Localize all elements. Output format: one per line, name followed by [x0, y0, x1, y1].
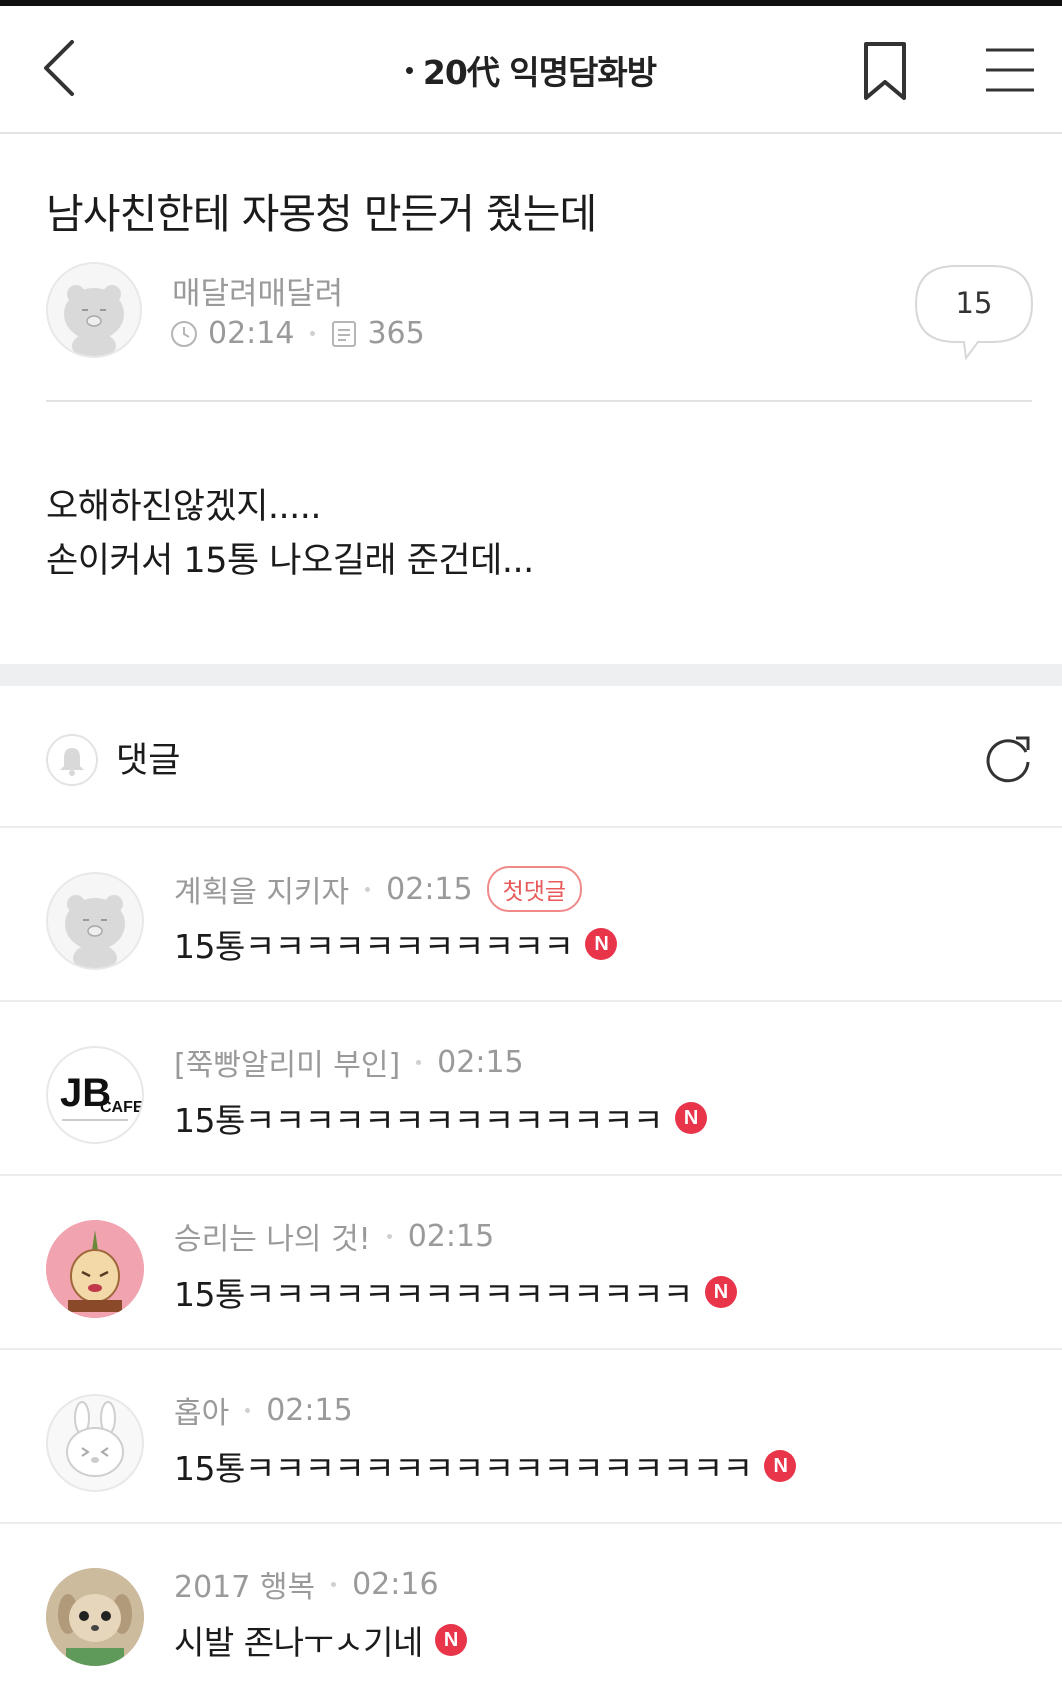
- commenter-avatar[interactable]: [46, 872, 144, 970]
- author-avatar[interactable]: [46, 262, 142, 358]
- post-time: 02:14: [208, 316, 295, 351]
- commenter-avatar[interactable]: [46, 1394, 144, 1492]
- comment-text: 15통ㅋㅋㅋㅋㅋㅋㅋㅋㅋㅋㅋ N: [174, 920, 618, 968]
- bear-avatar-icon: [48, 264, 140, 356]
- comment-body: 시발 존나ㅜㅅ기네: [174, 1623, 423, 1662]
- notification-bell-button[interactable]: [46, 734, 98, 786]
- app-header: 20代 익명담화방: [0, 6, 1062, 134]
- meta-separator: [245, 1407, 251, 1413]
- commenter-name[interactable]: 홉아: [174, 1388, 229, 1432]
- menu-button[interactable]: [982, 42, 1038, 98]
- comment-item: 홉아 02:15 15통ㅋㅋㅋㅋㅋㅋㅋㅋㅋㅋㅋㅋㅋㅋㅋㅋㅋ N: [0, 1350, 1062, 1524]
- comment-item: 승리는 나의 것! 02:15 15통ㅋㅋㅋㅋㅋㅋㅋㅋㅋㅋㅋㅋㅋㅋㅋ N: [0, 1176, 1062, 1350]
- comment-count-button[interactable]: 15: [912, 262, 1036, 366]
- comment-item: 2017 행복 02:16 시발 존나ㅜㅅ기네 N: [0, 1524, 1062, 1696]
- comment-item: 계획을 지키자 02:15 첫댓글 15통ㅋㅋㅋㅋㅋㅋㅋㅋㅋㅋㅋ N: [0, 828, 1062, 1002]
- divider: [46, 400, 1032, 402]
- comment-time: 02:15: [266, 1392, 353, 1428]
- comment-meta: 승리는 나의 것! 02:15: [174, 1214, 494, 1258]
- dog-character-avatar-icon: [46, 1568, 144, 1666]
- comment-time: 02:15: [437, 1044, 524, 1080]
- new-badge: N: [434, 1624, 467, 1656]
- commenter-avatar[interactable]: [46, 1568, 144, 1666]
- meta-separator: [416, 1059, 422, 1065]
- refresh-button[interactable]: [980, 730, 1036, 786]
- comment-meta: 2017 행복 02:16: [174, 1562, 439, 1606]
- meta-separator: [331, 1581, 337, 1587]
- comment-text: 15통ㅋㅋㅋㅋㅋㅋㅋㅋㅋㅋㅋㅋㅋㅋㅋㅋㅋ N: [174, 1442, 797, 1490]
- comment-time: 02:15: [386, 871, 473, 907]
- comment-item: JB CAFE [쭉빵알리미 부인] 02:15 15통ㅋㅋㅋㅋㅋㅋㅋㅋㅋㅋㅋㅋ…: [0, 1002, 1062, 1176]
- jb-cafe-logo-icon: JB CAFE: [60, 1071, 142, 1121]
- post-body-line: 오해하진않겠지.....: [46, 487, 322, 527]
- post-meta: 02:14 365: [170, 316, 425, 351]
- comments-header: 댓글: [0, 686, 1062, 828]
- comment-meta: 계획을 지키자 02:15 첫댓글: [174, 866, 583, 912]
- new-badge: N: [764, 1450, 797, 1482]
- comments-label: 댓글: [116, 741, 181, 781]
- meta-separator: [365, 886, 371, 892]
- svg-text:CAFE: CAFE: [100, 1099, 142, 1116]
- section-divider: [0, 664, 1062, 686]
- bookmark-icon: [864, 42, 906, 100]
- comment-meta: 홉아 02:15: [174, 1388, 353, 1432]
- commenter-name[interactable]: 계획을 지키자: [174, 867, 349, 911]
- post-title: 남사친한테 자몽청 만든거 줬는데: [46, 190, 597, 238]
- board-name: 20代 익명담화방: [422, 53, 657, 92]
- bear-avatar-icon: [65, 895, 125, 968]
- comment-meta: [쭉빵알리미 부인] 02:15: [174, 1040, 524, 1084]
- new-badge: N: [704, 1276, 737, 1308]
- bell-icon: [60, 748, 84, 776]
- author-name[interactable]: 매달려매달려: [172, 268, 343, 313]
- hamburger-menu-icon: [986, 48, 1034, 92]
- comment-time: 02:15: [407, 1218, 495, 1254]
- bookmark-button[interactable]: [860, 40, 910, 104]
- commenter-name[interactable]: 2017 행복: [174, 1562, 315, 1606]
- title-dot: [405, 67, 413, 74]
- comment-body: 15통ㅋㅋㅋㅋㅋㅋㅋㅋㅋㅋㅋㅋㅋㅋ: [174, 1101, 663, 1140]
- commenter-avatar[interactable]: [46, 1220, 144, 1318]
- post-body: 오해하진않겠지..... 손이커서 15통 나오길래 준건데...: [46, 480, 534, 588]
- meta-separator: [386, 1233, 392, 1239]
- comment-body: 15통ㅋㅋㅋㅋㅋㅋㅋㅋㅋㅋㅋ: [174, 927, 574, 966]
- commenter-name[interactable]: [쭉빵알리미 부인]: [174, 1040, 400, 1084]
- refresh-icon: [986, 736, 1030, 783]
- clock-icon: [171, 320, 197, 347]
- document-icon: [332, 320, 357, 347]
- comment-body: 15통ㅋㅋㅋㅋㅋㅋㅋㅋㅋㅋㅋㅋㅋㅋㅋㅋㅋ: [174, 1449, 753, 1488]
- comment-text: 15통ㅋㅋㅋㅋㅋㅋㅋㅋㅋㅋㅋㅋㅋㅋㅋ N: [174, 1268, 737, 1316]
- first-comment-badge: 첫댓글: [486, 866, 583, 912]
- comment-text: 15통ㅋㅋㅋㅋㅋㅋㅋㅋㅋㅋㅋㅋㅋㅋ N: [174, 1094, 707, 1142]
- comment-time: 02:16: [352, 1566, 439, 1602]
- new-badge: N: [585, 928, 618, 960]
- meta-separator: [310, 331, 316, 336]
- onion-character-avatar-icon: [46, 1220, 144, 1318]
- new-badge: N: [674, 1102, 707, 1134]
- comment-text: 시발 존나ㅜㅅ기네 N: [174, 1616, 467, 1664]
- comment-body: 15통ㅋㅋㅋㅋㅋㅋㅋㅋㅋㅋㅋㅋㅋㅋㅋ: [174, 1275, 693, 1314]
- rabbit-avatar-icon: [66, 1401, 124, 1477]
- commenter-name[interactable]: 승리는 나의 것!: [174, 1214, 371, 1258]
- comment-count: 15: [955, 286, 993, 320]
- commenter-avatar[interactable]: JB CAFE: [46, 1046, 144, 1144]
- post-body-line: 손이커서 15통 나오길래 준건데...: [46, 541, 534, 581]
- view-count: 365: [367, 316, 425, 351]
